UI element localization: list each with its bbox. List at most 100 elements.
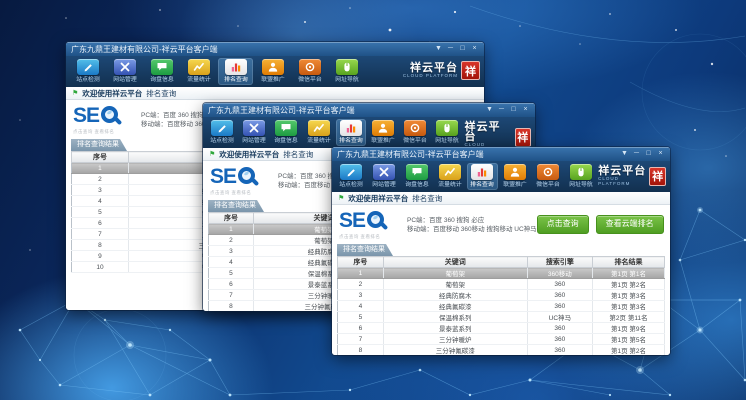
table-cell: 三分钟暖炉 [383, 334, 527, 345]
union-promotion-icon [372, 120, 394, 136]
window-title: 广东九鼎王建材有限公司-祥云平台客户端 [208, 105, 355, 116]
toolbar-item-inquiry[interactable]: 询盘信息 [402, 163, 433, 190]
seo-logo: SE 点击查询 查看排名 [210, 166, 274, 196]
window-menu-button[interactable]: ▼ [485, 105, 494, 115]
site-check-icon [77, 59, 99, 75]
toolbar-item-traffic-stats[interactable]: 流量统计 [434, 163, 465, 190]
toolbar-item-union-promotion[interactable]: 联盟推广 [500, 163, 531, 190]
toolbar-item-ranking-query[interactable]: 排名查询 [336, 119, 366, 146]
table-cell: 葡萄架 [383, 279, 527, 290]
maximize-button[interactable]: □ [509, 105, 518, 115]
table-row[interactable]: 2葡萄架360第1页 第2名 [338, 279, 665, 290]
brand-seal-icon: 祥 [515, 128, 532, 147]
toolbar-item-inquiry[interactable]: 询盘信息 [271, 119, 301, 146]
toolbar-item-site-navigation[interactable]: 网址导航 [565, 163, 596, 190]
tab-ranking-results[interactable]: 排名查询结果 [337, 244, 393, 256]
table-cell: 3 [72, 185, 129, 196]
window-title-bar[interactable]: 广东九鼎王建材有限公司-祥云平台客户端 ▼ － □ × [203, 103, 535, 117]
breadcrumb-welcome: 欢迎使用祥云平台 [82, 88, 142, 99]
toolbar-item-inquiry[interactable]: 询盘信息 [144, 58, 179, 85]
engine-list-mobile: 移动端：百度移动 360移动 搜狗移动 UC神马 [407, 225, 537, 234]
toolbar-item-wechat-platform[interactable]: 微信平台 [400, 119, 430, 146]
toolbar-item-label: 网站管理 [243, 137, 266, 144]
toolbar-item-ranking-query[interactable]: 排名查询 [467, 163, 498, 190]
table-row[interactable]: 7三分钟暖炉360第1页 第5名 [338, 334, 665, 345]
window-menu-button[interactable]: ▼ [620, 149, 629, 159]
tab-ranking-results[interactable]: 排名查询结果 [208, 200, 264, 212]
toolbar-item-traffic-stats[interactable]: 流量统计 [181, 58, 216, 85]
query-button[interactable]: 点击查询 [537, 215, 589, 234]
seo-logo-text: SE [210, 167, 236, 187]
toolbar-item-label: 网站管理 [113, 76, 136, 83]
toolbar-item-site-check[interactable]: 站点检测 [336, 163, 367, 190]
table-cell: 1 [338, 268, 384, 279]
close-button[interactable]: × [656, 149, 665, 159]
brand-title: 祥云平台 [598, 166, 646, 176]
minimize-button[interactable]: － [497, 105, 506, 115]
table-row[interactable]: 1葡萄架360移动第1页 第1名 [338, 268, 665, 279]
traffic-stats-icon [308, 120, 330, 136]
table-row[interactable]: 4经典氟碳漆360第1页 第3名 [338, 301, 665, 312]
breadcrumb-section: 排名查询 [412, 193, 442, 204]
window-title-bar[interactable]: 广东九鼎王建材有限公司-祥云平台客户端 ▼ － □ × [332, 147, 670, 161]
table-cell: 第1页 第1名 [593, 268, 665, 279]
ranking-query-icon [225, 59, 247, 75]
inquiry-message-icon [151, 59, 173, 75]
toolbar-item-traffic-stats[interactable]: 流量统计 [304, 119, 334, 146]
maximize-button[interactable]: □ [644, 149, 653, 159]
breadcrumb: ⚑ 欢迎使用祥云平台 排名查询 [66, 87, 484, 100]
brand-title: 祥云平台 [465, 122, 512, 142]
toolbar-item-label: 网站管理 [372, 181, 395, 188]
query-banner: SE 点击查询 查看排名 PC端：百度 360 搜狗 必应 移动端：百度移动 3… [332, 205, 670, 244]
toolbar-item-label: 网址导航 [335, 76, 358, 83]
toolbar-item-union-promotion[interactable]: 联盟推广 [255, 58, 290, 85]
seo-slogan: 点击查询 查看排名 [339, 233, 397, 239]
table-cell: 4 [209, 257, 254, 268]
toolbar-item-site-check[interactable]: 站点检测 [207, 119, 237, 146]
toolbar-item-site-navigation[interactable]: 网址导航 [329, 58, 364, 85]
maximize-button[interactable]: □ [458, 44, 467, 54]
brand-subtitle: CLOUD PLATFORM [598, 176, 646, 186]
toolbar-item-label: 排名查询 [339, 137, 362, 144]
main-toolbar: 站点检测 网站管理 询盘信息 流量统计 排名查询 [332, 161, 670, 192]
toolbar-item-wechat-platform[interactable]: 微信平台 [292, 58, 327, 85]
wechat-platform-icon [537, 164, 559, 180]
engine-list-pc: PC端：百度 360 搜狗 必应 [407, 216, 537, 225]
toolbar-item-wechat-platform[interactable]: 微信平台 [533, 163, 564, 190]
magnifier-icon [237, 166, 259, 188]
tab-ranking-results[interactable]: 排名查询结果 [71, 139, 127, 151]
table-cell: 三分钟氟碳漆 [383, 345, 527, 356]
table-row[interactable]: 8三分钟氟碳漆360第1页 第2名 [338, 345, 665, 356]
ranking-table-body: 1葡萄架360移动第1页 第1名2葡萄架360第1页 第2名3经典防腐木360第… [338, 268, 665, 356]
minimize-button[interactable]: － [632, 149, 641, 159]
close-button[interactable]: × [470, 44, 479, 54]
table-row[interactable]: 6景泰蓝系列360第1页 第9名 [338, 323, 665, 334]
minimize-button[interactable]: － [446, 44, 455, 54]
table-cell: 6 [72, 218, 129, 229]
toolbar-item-ranking-query[interactable]: 排名查询 [218, 58, 253, 85]
table-cell: 360 [527, 290, 592, 301]
results-tab-row: 排名查询结果 [332, 244, 670, 256]
window-title-bar[interactable]: 广东九鼎王建材有限公司-祥云平台客户端 ▼ － □ × [66, 42, 484, 56]
table-cell: 第1页 第2名 [593, 279, 665, 290]
table-row[interactable]: 3经典防腐木360第1页 第3名 [338, 290, 665, 301]
toolbar-item-label: 询盘信息 [150, 76, 173, 83]
toolbar-item-site-manage[interactable]: 网站管理 [239, 119, 269, 146]
toolbar-item-union-promotion[interactable]: 联盟推广 [368, 119, 398, 146]
close-button[interactable]: × [521, 105, 530, 115]
brand-logo: 祥云平台 CLOUD PLATFORM 祥 [598, 163, 666, 186]
toolbar-item-site-manage[interactable]: 网站管理 [107, 58, 142, 85]
seo-logo: SE 点击查询 查看排名 [339, 210, 403, 240]
cloud-ranking-button[interactable]: 查看云端排名 [596, 215, 664, 234]
column-header: 排名结果 [593, 257, 665, 268]
toolbar-item-site-manage[interactable]: 网站管理 [369, 163, 400, 190]
toolbar-item-site-navigation[interactable]: 网址导航 [432, 119, 462, 146]
table-row[interactable]: 5保温棉系列UC神马第2页 第11名 [338, 312, 665, 323]
table-cell: 保温棉系列 [383, 312, 527, 323]
table-cell: 360 [527, 345, 592, 356]
app-window-front[interactable]: 广东九鼎王建材有限公司-祥云平台客户端 ▼ － □ × 站点检测 网站管理 询盘… [332, 147, 670, 355]
ranking-query-icon [340, 120, 362, 136]
main-toolbar: 站点检测 网站管理 询盘信息 流量统计 排名查询 [66, 56, 484, 87]
window-menu-button[interactable]: ▼ [434, 44, 443, 54]
toolbar-item-site-check[interactable]: 站点检测 [70, 58, 105, 85]
